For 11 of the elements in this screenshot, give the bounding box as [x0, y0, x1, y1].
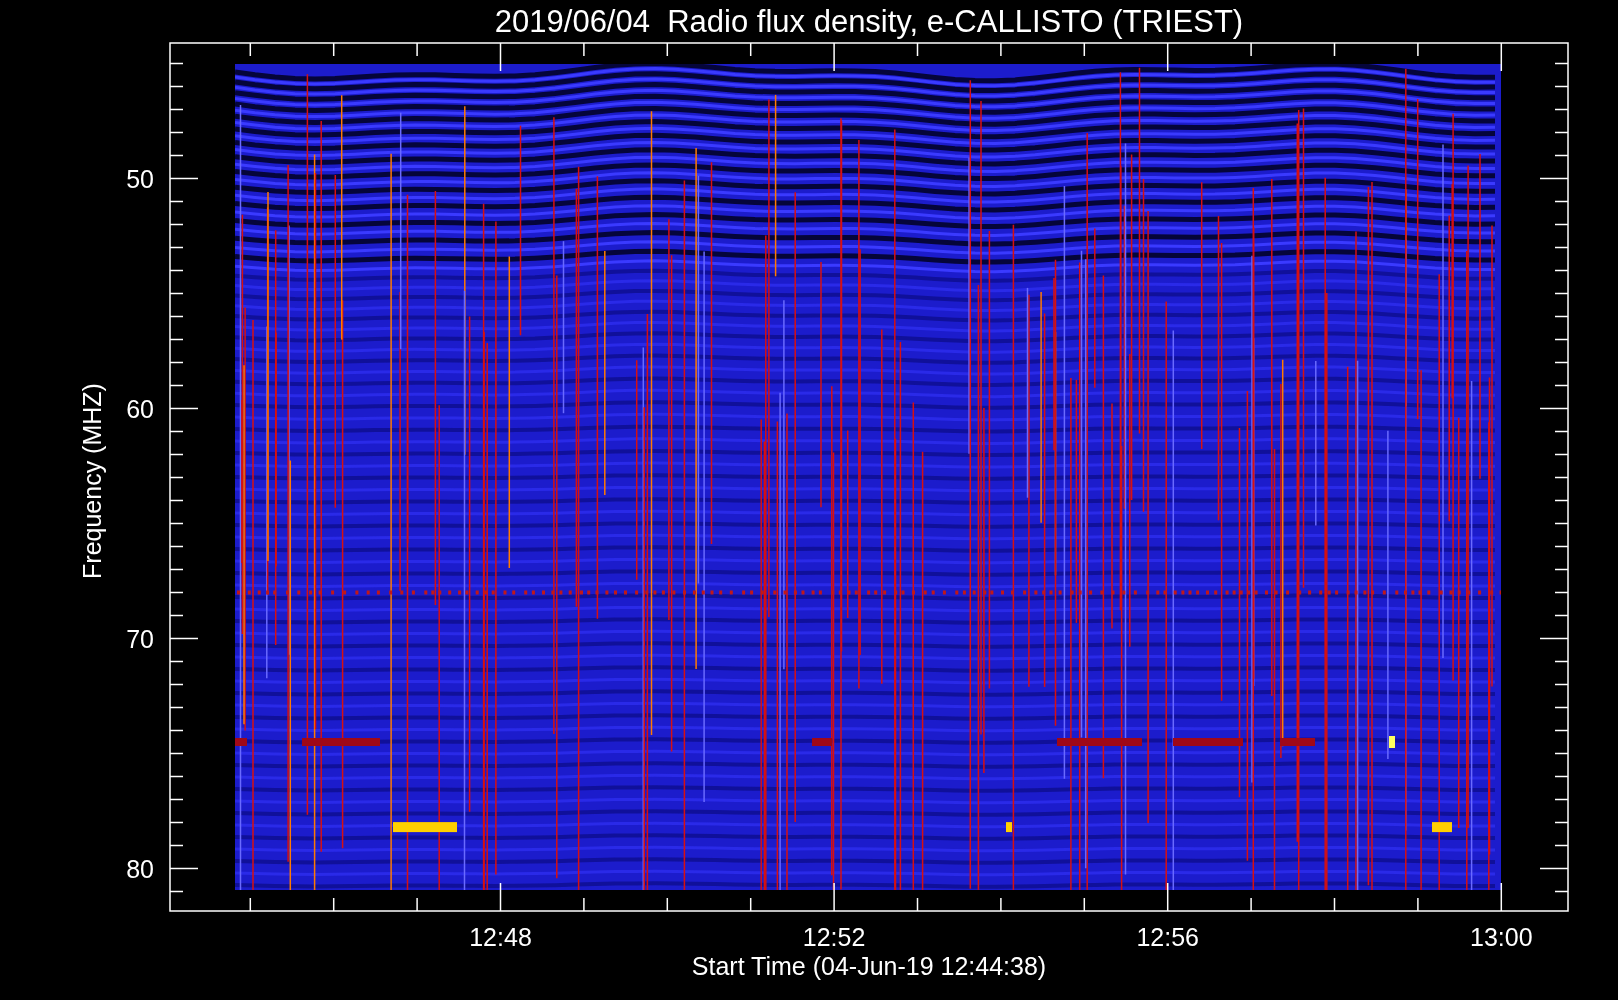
- axis-label: Start Time (04-Jun-19 12:44:38): [691, 952, 1047, 980]
- tick-label: 50: [126, 164, 154, 193]
- chart-title: 2019/06/04 Radio flux density, e-CALLISTO (TRIEST): [494, 4, 1244, 39]
- tick-label: 80: [126, 854, 154, 883]
- axis-label: Frequency (MHZ): [78, 383, 106, 579]
- tick-label: 12:56: [1136, 923, 1199, 951]
- tick-label: 60: [126, 394, 154, 423]
- tick-label: 12:52: [802, 923, 866, 951]
- tick-label: 13:00: [1470, 923, 1533, 951]
- tick-label: 70: [126, 624, 154, 653]
- tick-label: 12:48: [469, 923, 532, 951]
